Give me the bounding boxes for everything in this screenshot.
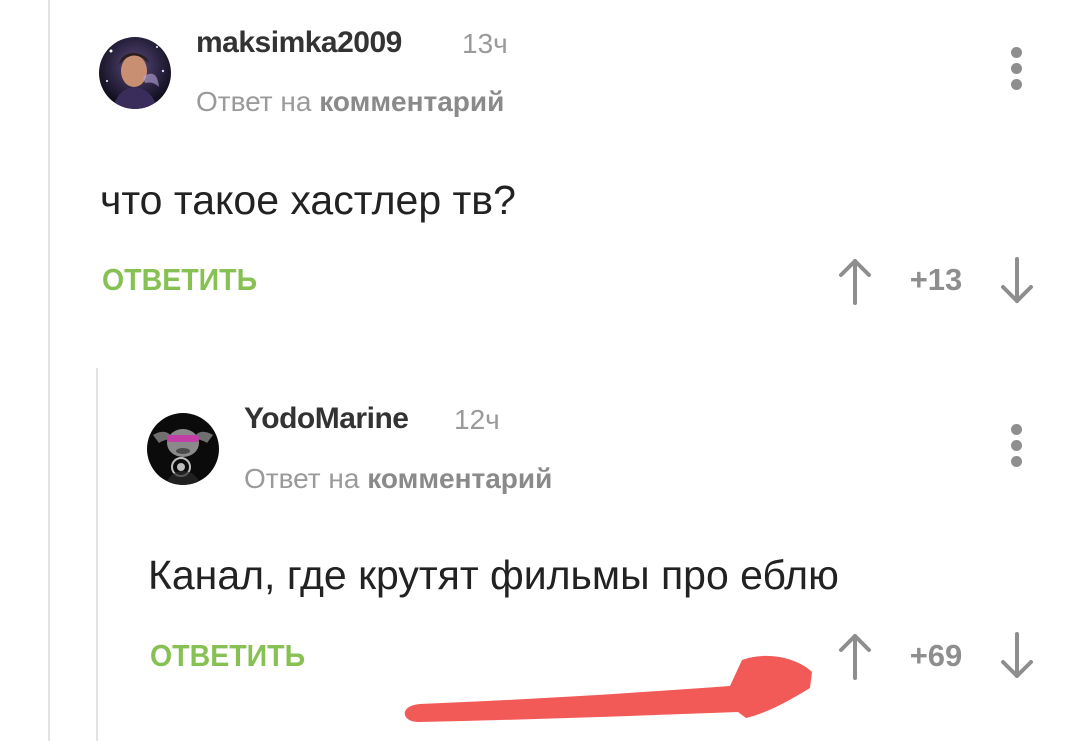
arrow-up-icon[interactable] [838,632,872,685]
avatar[interactable] [147,413,219,485]
comment-text: что такое хастлер тв? [100,177,516,223]
comment-text: Канал, где крутят фильмы про еблю [148,552,839,598]
reply-button[interactable]: ОТВЕТИТЬ [102,262,257,298]
reply-prefix: Ответ на [196,86,312,117]
username[interactable]: YodoMarine [244,402,409,436]
comments-page: maksimka2009 13ч Ответ на комментарий чт… [0,0,1080,741]
reply-to-line: Ответ на комментарий [244,463,552,495]
thread-line [48,0,50,741]
comment-time: 12ч [454,404,500,435]
reply-to-link[interactable]: комментарий [367,463,552,494]
rating-count: +69 [909,638,963,673]
comment-time: 13ч [462,28,508,59]
more-vertical-icon[interactable] [1011,47,1023,95]
username[interactable]: maksimka2009 [196,26,402,60]
arrow-down-icon[interactable] [1000,257,1034,310]
rating-count: +13 [909,262,963,297]
more-vertical-icon[interactable] [1011,424,1023,472]
reply-button[interactable]: ОТВЕТИТЬ [150,638,305,674]
thread-line-nested [96,368,98,741]
reply-to-line: Ответ на комментарий [196,86,504,118]
arrow-up-icon[interactable] [838,257,872,310]
avatar[interactable] [99,37,171,109]
arrow-down-icon[interactable] [1000,632,1034,685]
reply-to-link[interactable]: комментарий [319,86,504,117]
reply-prefix: Ответ на [244,463,360,494]
red-arrow-annotation [404,655,812,722]
